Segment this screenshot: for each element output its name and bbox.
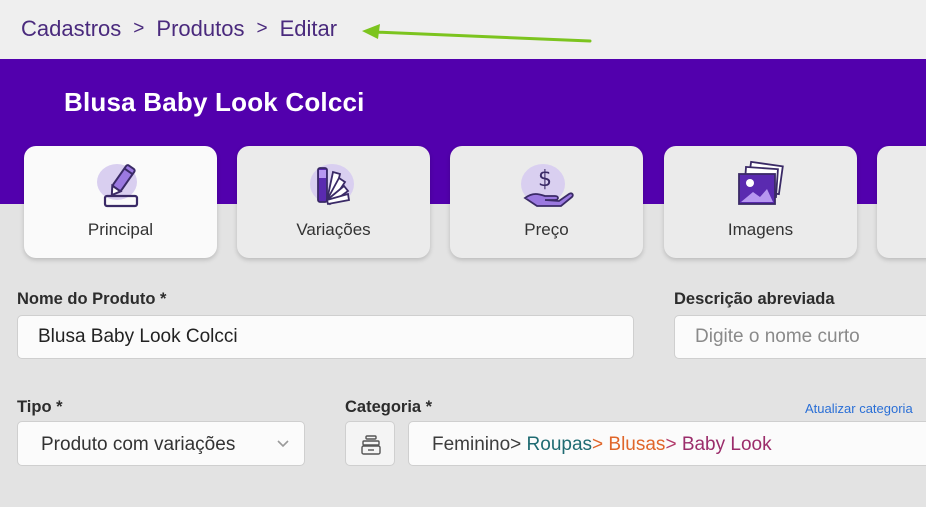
breadcrumb-separator: > [133,18,145,39]
update-category-link[interactable]: Atualizar categoria [805,401,913,416]
breadcrumb-editar[interactable]: Editar [280,16,337,42]
category-path-segment: > [592,434,609,455]
tab-imagens[interactable]: Imagens [664,146,857,258]
type-select[interactable]: Produto com variações [17,421,305,466]
product-name-input[interactable] [17,315,634,359]
breadcrumb: Cadastros > Produtos > Editar [21,16,337,42]
swatches-icon [309,164,354,206]
category-path-segment: Roupas [526,434,593,455]
category-path-segment: Feminino [432,434,511,455]
chevron-down-icon [277,440,289,448]
category-label: Categoria * [345,398,433,416]
annotation-arrow-icon [362,24,592,43]
category-path: Feminino> Roupas> Blusas> Baby Look [432,434,772,456]
category-path-segment: Baby Look [681,434,772,455]
breadcrumb-bar: Cadastros > Produtos > Editar [0,0,926,59]
tab-label: Variações [296,220,371,239]
tab-label: Preço [524,220,569,239]
pencil-icon [96,164,138,208]
category-path-segment: > [665,434,682,455]
category-path-segment: Blusas [608,434,666,455]
type-select-value: Produto com variações [41,434,236,455]
short-description-label: Descrição abreviada [674,290,835,308]
breadcrumb-produtos[interactable]: Produtos [156,16,244,42]
tab-label: Imagens [727,220,794,239]
breadcrumb-separator: > [256,18,268,39]
category-field[interactable]: Feminino> Roupas> Blusas> Baby Look [408,421,926,466]
tab-next[interactable] [877,146,926,258]
tab-principal[interactable]: Principal [24,146,217,258]
category-picker-button[interactable] [345,421,395,466]
short-description-input[interactable] [674,315,926,359]
type-label: Tipo * [17,398,63,416]
svg-text:$: $ [538,167,552,192]
page-title: Blusa Baby Look Colcci [64,87,365,117]
stack-icon [361,435,381,455]
breadcrumb-cadastros[interactable]: Cadastros [21,16,121,42]
tab-label: Principal [87,220,154,239]
tab-variacoes[interactable]: Variações [237,146,430,258]
category-path-segment: > [510,434,527,455]
images-icon [737,160,784,205]
product-name-label: Nome do Produto * [17,290,167,308]
price-hand-icon: $ [520,164,574,207]
tab-preco[interactable]: $ Preço [450,146,643,258]
